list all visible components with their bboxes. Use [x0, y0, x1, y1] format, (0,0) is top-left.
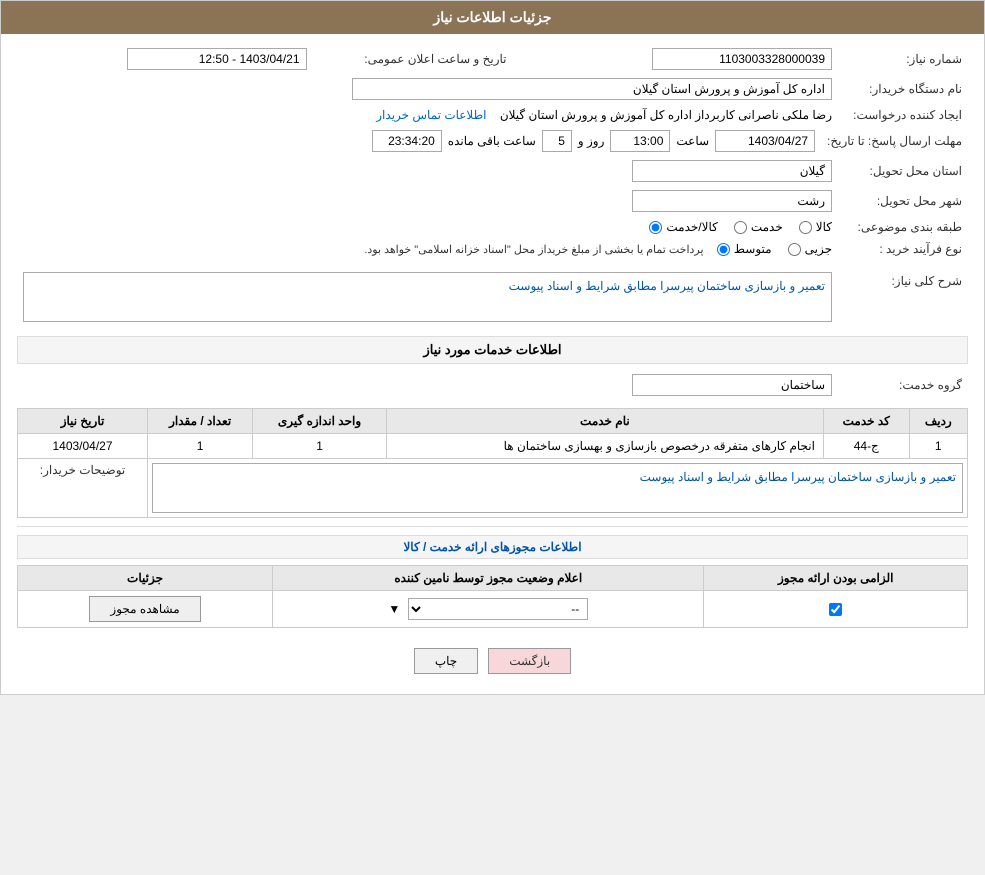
purchase-type-motavasset-radio[interactable] — [717, 243, 730, 256]
cell-unit: 1 — [253, 434, 386, 459]
purchase-type-note: پرداخت تمام یا بخشی از مبلغ خریداز محل "… — [364, 244, 703, 256]
dropdown-icon: ▼ — [388, 602, 400, 616]
cell-row: 1 — [909, 434, 967, 459]
need-number-label: شماره نیاز: — [838, 44, 968, 74]
permits-table: الزامی بودن ارائه مجوز اعلام وضعیت مجوز … — [17, 565, 968, 628]
category-kala-radio[interactable] — [799, 221, 812, 234]
permits-col-details: جزئیات — [18, 566, 273, 591]
category-both-label: کالا/خدمت — [666, 220, 717, 234]
category-service-label: خدمت — [751, 220, 783, 234]
purchase-type-table: نوع فرآیند خرید : جزیی متوسط پرداخت — [17, 238, 968, 260]
city-value — [17, 186, 838, 216]
general-desc-table: شرح کلی نیاز: تعمیر و بازسازی ساختمان پی… — [17, 268, 968, 326]
basic-info-table: شماره نیاز: تاریخ و ساعت اعلان عمومی: — [17, 44, 968, 74]
general-desc-text: تعمیر و بازسازی ساختمان پیرسرا مطابق شرا… — [509, 279, 825, 293]
col-name: نام خدمت — [386, 409, 823, 434]
creator-text: رضا ملکی ناصرانی کاربرداز اداره کل آموزش… — [500, 108, 832, 122]
permits-required-checkbox[interactable] — [829, 603, 842, 616]
province-label: استان محل تحویل: — [838, 156, 968, 186]
deadline-table: مهلت ارسال پاسخ: تا تاریخ: ساعت روز و سا… — [17, 126, 968, 156]
permits-details-cell: مشاهده مجوز — [18, 591, 273, 628]
print-button[interactable]: چاپ — [414, 648, 478, 674]
province-value — [17, 156, 838, 186]
city-label: شهر محل تحویل: — [838, 186, 968, 216]
announce-date-value — [17, 44, 313, 74]
purchase-type-label: نوع فرآیند خرید : — [838, 238, 968, 260]
services-data-table: ردیف کد خدمت نام خدمت واحد اندازه گیری ت… — [17, 408, 968, 518]
category-table: طبقه بندی موضوعی: کالا خدمت کالا/خدمت — [17, 216, 968, 238]
remaining-time-input — [372, 130, 442, 152]
permits-col-status: اعلام وضعیت مجوز توسط نامین کننده — [273, 566, 704, 591]
need-number-input[interactable] — [652, 48, 832, 70]
category-kala-label: کالا — [816, 220, 832, 234]
service-group-table: گروه خدمت: — [17, 370, 968, 400]
category-service-radio[interactable] — [734, 221, 747, 234]
deadline-date-cell: ساعت روز و ساعت باقی مانده — [17, 126, 821, 156]
creator-table: ایجاد کننده درخواست: رضا ملکی ناصرانی کا… — [17, 104, 968, 126]
response-deadline-label: مهلت ارسال پاسخ: تا تاریخ: — [821, 126, 968, 156]
cell-date: 1403/04/27 — [18, 434, 148, 459]
need-number-value — [543, 44, 839, 74]
header-title: جزئیات اطلاعات نیاز — [433, 9, 551, 25]
services-section-title: اطلاعات خدمات مورد نیاز — [17, 336, 968, 364]
deadline-time-input — [610, 130, 670, 152]
buyer-org-value — [17, 74, 838, 104]
announce-date-label: تاریخ و ساعت اعلان عمومی: — [313, 44, 513, 74]
announce-date-input — [127, 48, 307, 70]
permits-status-select[interactable]: -- — [408, 598, 588, 620]
buyer-notes-row: تعمیر و بازسازی ساختمان پیرسرا مطابق شرا… — [18, 459, 968, 518]
col-code: کد خدمت — [823, 409, 909, 434]
table-row: 1 ج-44 انجام کارهای متفرقه درخصوص بازساز… — [18, 434, 968, 459]
purchase-type-value: جزیی متوسط پرداخت تمام یا بخشی از مبلغ خ… — [17, 238, 838, 260]
permits-status-cell: -- ▼ — [273, 591, 704, 628]
category-both-radio[interactable] — [649, 221, 662, 234]
cell-code: ج-44 — [823, 434, 909, 459]
col-date: تاریخ نیاز — [18, 409, 148, 434]
general-desc-label: شرح کلی نیاز: — [838, 268, 968, 326]
general-desc-value: تعمیر و بازسازی ساختمان پیرسرا مطابق شرا… — [17, 268, 838, 326]
purchase-type-jozi-radio[interactable] — [788, 243, 801, 256]
deadline-days-input — [542, 130, 572, 152]
page-header: جزئیات اطلاعات نیاز — [1, 1, 984, 34]
buyer-notes-text: تعمیر و بازسازی ساختمان پیرسرا مطابق شرا… — [640, 470, 956, 484]
purchase-type-motavasset-label: متوسط — [734, 242, 772, 256]
cell-name: انجام کارهای متفرقه درخصوص بازسازی و بهس… — [386, 434, 823, 459]
general-desc-box: تعمیر و بازسازی ساختمان پیرسرا مطابق شرا… — [23, 272, 832, 322]
col-row: ردیف — [909, 409, 967, 434]
province-table: استان محل تحویل: — [17, 156, 968, 186]
remaining-label: ساعت باقی مانده — [448, 134, 536, 148]
buttons-row: بازگشت چاپ — [17, 634, 968, 684]
col-unit: واحد اندازه گیری — [253, 409, 386, 434]
creator-value: رضا ملکی ناصرانی کاربرداز اداره کل آموزش… — [17, 104, 838, 126]
creator-label: ایجاد کننده درخواست: — [838, 104, 968, 126]
permits-row: -- ▼ مشاهده مجوز — [18, 591, 968, 628]
purchase-type-jozi-label: جزیی — [805, 242, 832, 256]
divider — [17, 526, 968, 527]
day-label: روز و — [578, 134, 605, 148]
city-table: شهر محل تحویل: — [17, 186, 968, 216]
col-quantity: تعداد / مقدار — [148, 409, 253, 434]
service-group-value — [17, 370, 838, 400]
buyer-org-label: نام دستگاه خریدار: — [838, 74, 968, 104]
service-group-input — [632, 374, 832, 396]
permits-section-title[interactable]: اطلاعات مجوزهای ارائه خدمت / کالا — [17, 535, 968, 559]
city-input — [632, 190, 832, 212]
view-permit-button[interactable]: مشاهده مجوز — [89, 596, 200, 622]
category-value: کالا خدمت کالا/خدمت — [17, 216, 838, 238]
permits-required-cell — [704, 591, 968, 628]
buyer-org-input — [352, 78, 832, 100]
deadline-date-input — [715, 130, 815, 152]
service-group-label: گروه خدمت: — [838, 370, 968, 400]
permits-col-required: الزامی بودن ارائه مجوز — [704, 566, 968, 591]
category-label: طبقه بندی موضوعی: — [838, 216, 968, 238]
buyer-notes-label-inline: توضیحات خریدار: — [18, 459, 148, 518]
province-input — [632, 160, 832, 182]
buyer-org-table: نام دستگاه خریدار: — [17, 74, 968, 104]
time-label: ساعت — [676, 134, 709, 148]
cell-quantity: 1 — [148, 434, 253, 459]
buyer-notes-box: تعمیر و بازسازی ساختمان پیرسرا مطابق شرا… — [152, 463, 963, 513]
contact-link[interactable]: اطلاعات تماس خریدار — [376, 108, 486, 122]
back-button[interactable]: بازگشت — [488, 648, 571, 674]
